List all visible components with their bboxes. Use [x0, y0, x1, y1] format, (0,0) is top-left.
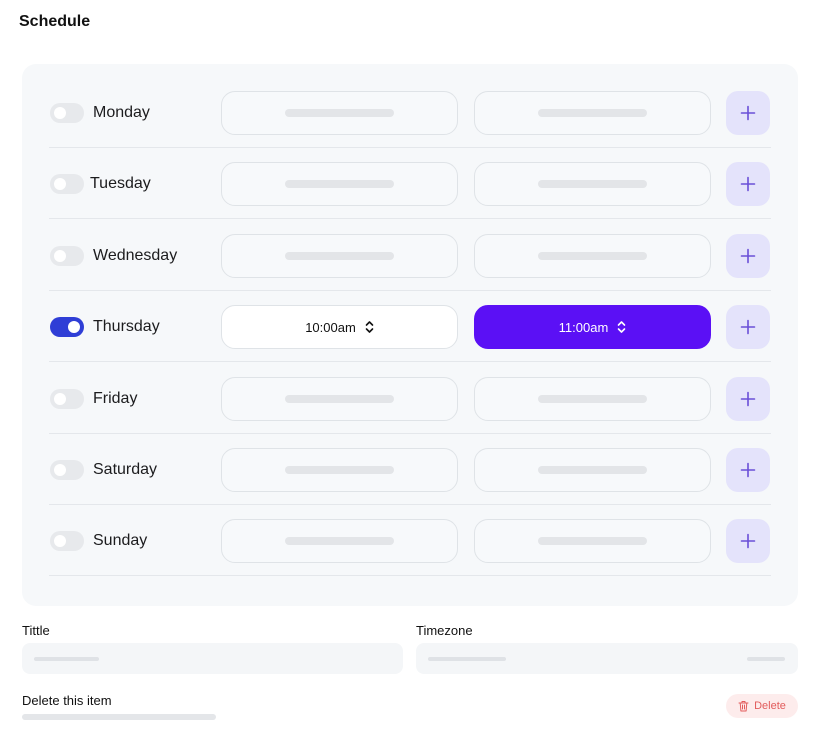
day-label: Thursday — [93, 318, 160, 336]
day-label: Monday — [93, 104, 150, 121]
plus-icon — [740, 462, 756, 478]
delete-button-label: Delete — [754, 700, 786, 712]
title-label: Tittle — [22, 623, 50, 638]
chevron-up-down-icon — [365, 320, 374, 334]
end-time-select[interactable] — [474, 162, 711, 207]
add-time-slot-button[interactable] — [726, 448, 770, 492]
schedule-row-tuesday: Tuesday — [49, 148, 771, 220]
start-time-select[interactable] — [221, 519, 458, 564]
plus-icon — [740, 319, 756, 335]
title-input-placeholder — [34, 657, 99, 661]
schedule-card: Monday Tuesday Wednesday Thursday 10:00am 11:… — [22, 64, 798, 606]
timezone-select-value-placeholder — [747, 657, 785, 661]
add-time-slot-button[interactable] — [726, 305, 770, 350]
start-time-select[interactable] — [221, 448, 458, 492]
day-label: Sunday — [93, 532, 148, 550]
day-toggle[interactable] — [50, 174, 84, 195]
start-time-select[interactable] — [221, 376, 458, 421]
end-time-placeholder — [538, 109, 647, 117]
schedule-row-saturday: Saturday — [49, 434, 771, 505]
schedule-row-thursday: Thursday 10:00am 11:00am — [49, 291, 771, 363]
delete-button[interactable]: Delete — [726, 694, 798, 718]
end-time-select[interactable]: 11:00am — [474, 305, 711, 350]
toggle-knob — [54, 249, 66, 262]
day-label: Wednesday — [93, 246, 178, 264]
day-label: Tuesday — [90, 175, 151, 193]
page-title: Schedule — [19, 13, 91, 30]
end-time-select[interactable] — [474, 376, 711, 421]
day-toggle[interactable] — [50, 531, 84, 552]
day-toggle[interactable] — [50, 317, 84, 338]
start-time-value: 10:00am — [305, 319, 356, 335]
end-time-select[interactable] — [474, 448, 711, 492]
start-time-placeholder — [285, 251, 394, 260]
end-time-value: 11:00am — [558, 319, 609, 335]
plus-icon — [740, 248, 756, 264]
add-time-slot-button[interactable] — [726, 233, 770, 278]
toggle-knob — [54, 392, 66, 405]
toggle-knob — [54, 178, 66, 191]
end-time-placeholder — [538, 537, 647, 546]
toggle-knob — [54, 464, 66, 476]
day-toggle[interactable] — [50, 103, 84, 123]
start-time-select[interactable]: 10:00am — [221, 305, 458, 350]
toggle-knob — [54, 535, 66, 548]
schedule-row-wednesday: Wednesday — [49, 220, 771, 291]
schedule-row-sunday: Sunday — [49, 505, 771, 577]
timezone-select-placeholder — [428, 657, 506, 661]
day-toggle[interactable] — [50, 460, 84, 480]
timezone-select[interactable] — [416, 643, 798, 674]
start-time-select[interactable] — [221, 233, 458, 278]
start-time-placeholder — [285, 394, 394, 403]
end-time-placeholder — [538, 394, 647, 403]
start-time-placeholder — [285, 180, 394, 189]
start-time-placeholder — [285, 109, 394, 117]
timezone-label: Timezone — [416, 623, 473, 638]
day-label: Friday — [93, 389, 138, 407]
end-time-select[interactable] — [474, 519, 711, 564]
add-time-slot-button[interactable] — [726, 519, 770, 564]
title-input[interactable] — [22, 643, 403, 674]
delete-item-description-placeholder — [22, 714, 216, 720]
end-time-placeholder — [538, 251, 647, 260]
day-toggle[interactable] — [50, 245, 84, 266]
add-time-slot-button[interactable] — [726, 162, 770, 207]
add-time-slot-button[interactable] — [726, 91, 770, 135]
delete-item-label: Delete this item — [22, 693, 112, 708]
trash-icon — [738, 700, 749, 712]
start-time-select[interactable] — [221, 162, 458, 207]
end-time-placeholder — [538, 466, 647, 474]
schedule-row-monday: Monday — [49, 77, 771, 148]
start-time-select[interactable] — [221, 91, 458, 135]
day-toggle[interactable] — [50, 388, 84, 409]
end-time-placeholder — [538, 180, 647, 189]
toggle-knob — [68, 321, 80, 334]
add-time-slot-button[interactable] — [726, 376, 770, 421]
plus-icon — [740, 176, 756, 192]
end-time-select[interactable] — [474, 91, 711, 135]
schedule-row-friday: Friday — [49, 363, 771, 434]
plus-icon — [740, 105, 756, 121]
plus-icon — [740, 391, 756, 407]
end-time-select[interactable] — [474, 233, 711, 278]
plus-icon — [740, 533, 756, 549]
start-time-placeholder — [285, 537, 394, 546]
start-time-placeholder — [285, 466, 394, 474]
day-label: Saturday — [93, 461, 158, 478]
toggle-knob — [54, 107, 66, 119]
chevron-up-down-icon — [617, 320, 626, 334]
